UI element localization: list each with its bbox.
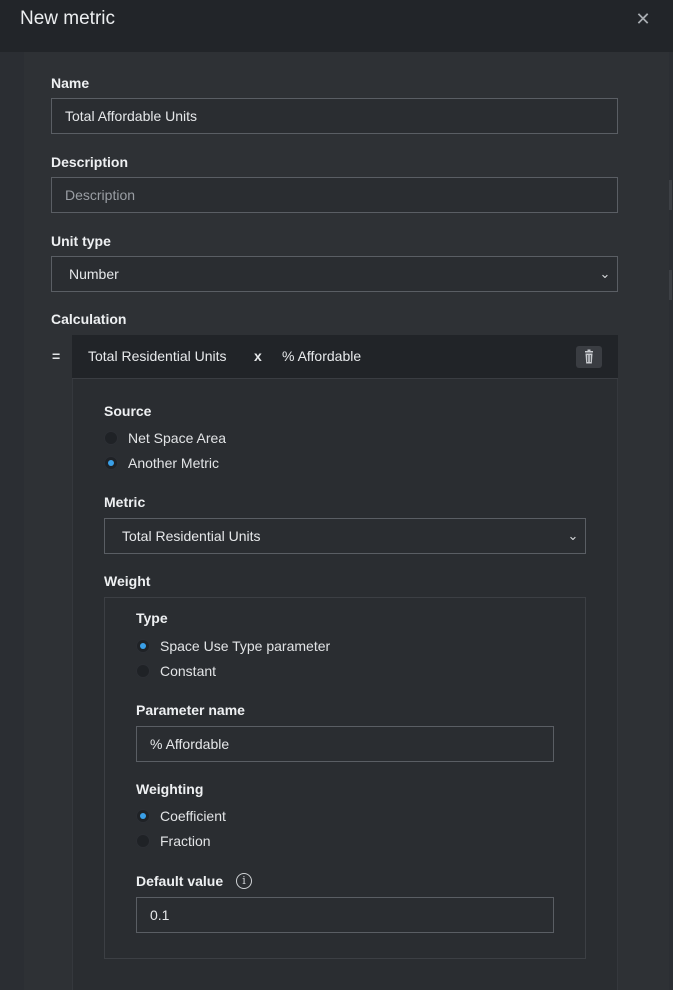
type-option-label: Space Use Type parameter [160, 638, 331, 654]
name-input[interactable]: Total Affordable Units [51, 98, 618, 134]
close-icon[interactable]: ✕ [634, 10, 652, 28]
scrollbar-thumb[interactable] [669, 180, 672, 210]
info-icon[interactable]: i [236, 873, 252, 889]
weighting-radio-fraction[interactable] [136, 834, 150, 848]
type-radio-space-use-type-parameter[interactable] [136, 639, 150, 653]
weight-label: Weight [104, 573, 151, 589]
dialog-title: New metric [20, 8, 116, 29]
metric-select[interactable]: Total Residential Units ⌄ [104, 518, 586, 554]
source-label: Source [104, 403, 152, 419]
description-input[interactable]: Description [51, 177, 618, 213]
weighting-option-label: Coefficient [160, 808, 226, 824]
calculation-label: Calculation [51, 311, 127, 327]
source-radio-net-space-area[interactable] [104, 431, 118, 445]
metric-value: Total Residential Units [122, 528, 261, 544]
default-value-label: Default value [136, 873, 224, 889]
type-radio-constant[interactable] [136, 664, 150, 678]
unit-type-select[interactable]: Number ⌄ [51, 256, 618, 292]
metric-label: Metric [104, 494, 146, 510]
unit-type-value: Number [69, 266, 119, 282]
chevron-down-icon: ⌄ [567, 528, 579, 543]
source-option-label: Another Metric [128, 455, 220, 471]
scrollbar-thumb[interactable] [669, 270, 672, 300]
weighting-option-label: Fraction [160, 833, 211, 849]
weighting-radio-coefficient[interactable] [136, 809, 150, 823]
description-label: Description [51, 154, 129, 170]
calculation-expression[interactable]: Total Residential Units x % Affordable [72, 335, 618, 379]
type-option-label: Constant [160, 663, 217, 679]
type-label: Type [136, 610, 168, 626]
calculation-term-2: % Affordable [282, 348, 362, 364]
source-option-label: Net Space Area [128, 430, 227, 446]
chevron-down-icon: ⌄ [599, 266, 611, 281]
dialog-header: New metric ✕ [0, 0, 673, 52]
name-label: Name [51, 75, 90, 91]
unit-type-label: Unit type [51, 233, 111, 249]
parameter-name-label: Parameter name [136, 702, 245, 718]
trash-icon[interactable] [576, 346, 602, 368]
calculation-operator: x [254, 348, 262, 364]
weighting-label: Weighting [136, 781, 204, 797]
parameter-name-input[interactable]: % Affordable [136, 726, 554, 762]
source-radio-another-metric[interactable] [104, 456, 118, 470]
default-value-input[interactable]: 0.1 [136, 897, 554, 933]
calculation-term-1: Total Residential Units [88, 348, 227, 364]
equals-sign: = [52, 348, 61, 364]
